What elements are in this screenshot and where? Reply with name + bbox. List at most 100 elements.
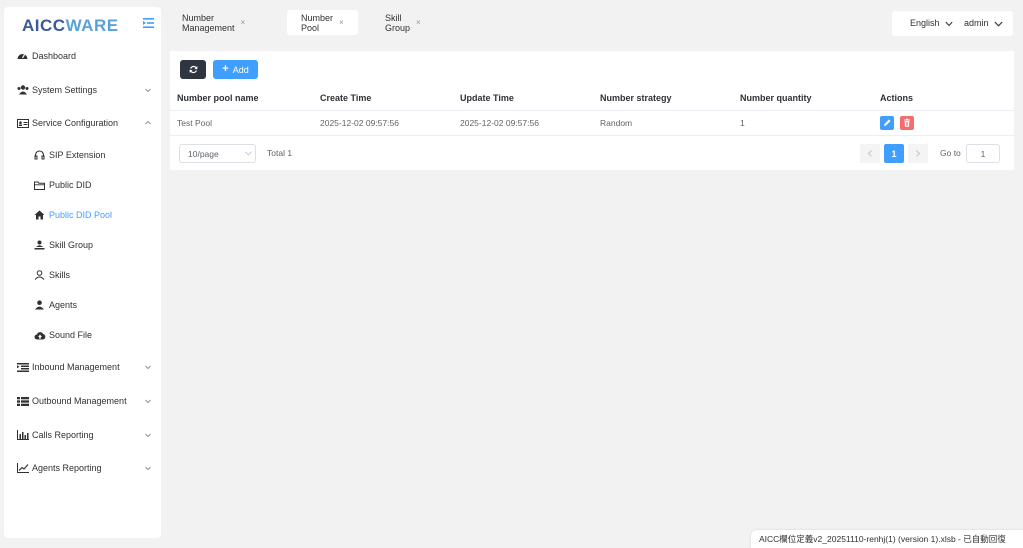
- nav-agents-reporting[interactable]: Agents Reporting: [4, 457, 161, 479]
- user-name: admin: [964, 18, 989, 28]
- table-row: Test Pool 2025-12-02 09:57:56 2025-12-02…: [170, 110, 1014, 136]
- user-group-icon: [33, 239, 46, 251]
- next-page-button[interactable]: [908, 144, 928, 163]
- home-icon: [33, 209, 46, 221]
- user-outline-icon: [33, 269, 46, 281]
- chevron-down-icon: [245, 151, 252, 156]
- close-icon[interactable]: ×: [339, 18, 344, 27]
- page-number-button[interactable]: 1: [884, 144, 904, 163]
- nav-sound-file-label: Sound File: [49, 330, 93, 340]
- cell-pool-name: Test Pool: [170, 110, 313, 136]
- notification-text: AICC欄位定義v2_20251110-renhj(1) (version 1)…: [759, 534, 1006, 544]
- goto-page-input[interactable]: [966, 144, 1000, 163]
- chevron-down-icon: [145, 88, 151, 93]
- bar-chart-icon: [16, 429, 29, 441]
- cell-actions: [873, 110, 1014, 136]
- nav-sip-extension[interactable]: SIP Extension: [4, 144, 161, 166]
- chevron-down-icon: [945, 21, 953, 26]
- tab-skill-group[interactable]: Skill Group ×: [371, 10, 435, 35]
- trash-icon: [904, 118, 911, 127]
- column-header: Actions: [873, 86, 1014, 111]
- table-header-row: Number pool name Create Time Update Time…: [170, 86, 1014, 111]
- tab-label: Number Management: [182, 12, 235, 33]
- nav-public-did-pool-label: Public DID Pool: [49, 210, 113, 220]
- line-chart-icon: [16, 462, 29, 474]
- cell-update-time: 2025-12-02 09:57:56: [453, 110, 593, 136]
- language-label: English: [910, 18, 940, 28]
- nav-inbound-management[interactable]: Inbound Management: [4, 356, 161, 378]
- tab-label: Number Pool: [301, 12, 334, 33]
- add-button-label: Add: [232, 64, 249, 75]
- nav-skills-label: Skills: [49, 270, 71, 280]
- nav-agents[interactable]: Agents: [4, 294, 161, 316]
- indent-icon: [16, 361, 29, 373]
- cell-quantity: 1: [733, 110, 873, 136]
- list-icon: [16, 395, 29, 407]
- nav-public-did[interactable]: Public DID: [4, 174, 161, 196]
- cell-create-time: 2025-12-02 09:57:56: [313, 110, 453, 136]
- column-header: Number pool name: [170, 86, 313, 111]
- chevron-down-icon: [145, 433, 151, 438]
- dashboard-icon: [16, 50, 29, 62]
- nav-system-settings[interactable]: System Settings: [4, 79, 161, 101]
- nav-outbound-management[interactable]: Outbound Management: [4, 390, 161, 412]
- column-header: Update Time: [453, 86, 593, 111]
- column-header: Create Time: [313, 86, 453, 111]
- nav-skill-group[interactable]: Skill Group: [4, 234, 161, 256]
- number-pool-panel: + Add Number pool name Create Time Updat…: [170, 51, 1014, 170]
- close-icon[interactable]: ×: [416, 18, 421, 27]
- user-icon: [33, 299, 46, 311]
- nav-skills[interactable]: Skills: [4, 264, 161, 286]
- nav-dashboard[interactable]: Dashboard: [4, 45, 161, 67]
- chevron-down-icon: [145, 365, 151, 370]
- nav-agents-label: Agents: [49, 300, 78, 310]
- id-card-icon: [16, 117, 29, 129]
- headset-icon: [33, 149, 46, 161]
- header-actions: English admin: [892, 11, 1013, 36]
- total-count: Total 1: [267, 148, 293, 158]
- sidebar: AICCWARE Dashboard System Settings Servi…: [4, 7, 161, 538]
- delete-button[interactable]: [900, 115, 915, 130]
- nav-dashboard-label: Dashboard: [32, 51, 77, 61]
- nav-skill-group-label: Skill Group: [49, 240, 94, 250]
- add-button[interactable]: + Add: [213, 60, 258, 79]
- page-size-select[interactable]: 10/page: [179, 144, 256, 163]
- nav-outbound-management-label: Outbound Management: [32, 396, 127, 406]
- chevron-right-icon: [916, 150, 921, 157]
- edit-button[interactable]: [880, 115, 894, 130]
- number-pool-table: Number pool name Create Time Update Time…: [170, 86, 1014, 136]
- nav-public-did-pool[interactable]: Public DID Pool: [4, 204, 161, 226]
- refresh-button[interactable]: [180, 60, 206, 79]
- cell-strategy: Random: [593, 110, 733, 136]
- logo: AICCWARE: [22, 16, 119, 35]
- column-header: Number quantity: [733, 86, 873, 111]
- tab-label: Skill Group: [385, 12, 411, 33]
- refresh-icon: [189, 65, 197, 74]
- chevron-down-icon: [145, 399, 151, 404]
- prev-page-button[interactable]: [860, 144, 880, 163]
- autorecover-notification[interactable]: AICC欄位定義v2_20251110-renhj(1) (version 1)…: [751, 530, 1023, 548]
- nav-agents-reporting-label: Agents Reporting: [32, 463, 102, 473]
- nav-sound-file[interactable]: Sound File: [4, 324, 161, 346]
- plus-icon: +: [222, 63, 229, 75]
- cloud-upload-icon: [33, 329, 46, 341]
- logo-row: AICCWARE: [4, 7, 161, 41]
- chevron-left-icon: [867, 150, 872, 157]
- menu-collapse-icon[interactable]: [143, 18, 154, 28]
- tab-number-management[interactable]: Number Management ×: [168, 10, 259, 35]
- nav-sip-extension-label: SIP Extension: [49, 150, 106, 160]
- chevron-down-icon: [145, 466, 151, 471]
- tab-number-pool[interactable]: Number Pool ×: [287, 10, 358, 35]
- nav-service-configuration[interactable]: Service Configuration: [4, 112, 161, 134]
- goto-label: Go to: [940, 148, 961, 158]
- language-selector[interactable]: English: [910, 18, 953, 28]
- nav-system-settings-label: System Settings: [32, 85, 98, 95]
- nav-service-configuration-label: Service Configuration: [32, 118, 119, 128]
- close-icon[interactable]: ×: [241, 18, 246, 27]
- chevron-up-icon: [145, 120, 151, 125]
- nav-inbound-management-label: Inbound Management: [32, 362, 120, 372]
- nav-public-did-label: Public DID: [49, 180, 92, 190]
- nav-calls-reporting[interactable]: Calls Reporting: [4, 424, 161, 446]
- nav-calls-reporting-label: Calls Reporting: [32, 430, 94, 440]
- user-menu[interactable]: admin: [964, 18, 1003, 28]
